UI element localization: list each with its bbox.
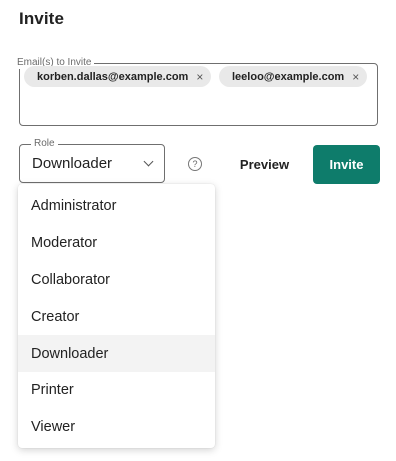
- close-icon[interactable]: ×: [352, 71, 359, 83]
- chevron-down-icon: [143, 156, 154, 167]
- menu-item-collaborator[interactable]: Collaborator: [18, 262, 215, 299]
- page-title: Invite: [19, 9, 65, 28]
- close-icon[interactable]: ×: [196, 71, 203, 83]
- preview-button[interactable]: Preview: [232, 145, 297, 183]
- role-select-value: Downloader: [32, 155, 113, 172]
- email-chip: leeloo@example.com ×: [219, 66, 368, 87]
- menu-item-administrator[interactable]: Administrator: [18, 188, 215, 225]
- role-label: Role: [31, 138, 58, 150]
- email-chip: korben.dallas@example.com ×: [24, 66, 212, 87]
- invite-button[interactable]: Invite: [313, 145, 380, 184]
- help-icon[interactable]: ?: [188, 157, 202, 171]
- menu-item-printer[interactable]: Printer: [18, 372, 215, 409]
- menu-item-viewer[interactable]: Viewer: [18, 409, 215, 446]
- menu-item-downloader[interactable]: Downloader: [18, 335, 215, 372]
- invite-dialog: Invite Email(s) to Invite korben.dallas@…: [0, 0, 396, 461]
- email-chip-text: leeloo@example.com: [232, 70, 345, 83]
- menu-item-moderator[interactable]: Moderator: [18, 225, 215, 262]
- role-dropdown-menu: Administrator Moderator Collaborator Cre…: [18, 184, 215, 448]
- email-chip-text: korben.dallas@example.com: [37, 70, 189, 83]
- menu-item-creator[interactable]: Creator: [18, 298, 215, 335]
